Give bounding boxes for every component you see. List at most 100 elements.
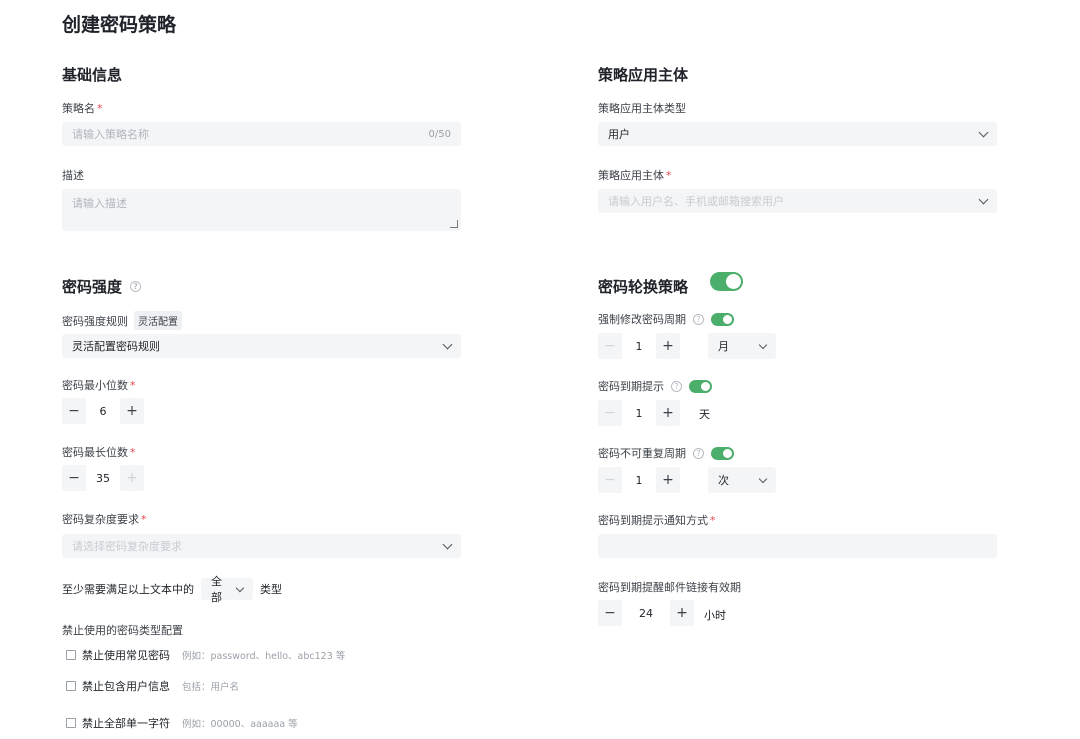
subject-type-select[interactable]: 用户 bbox=[598, 122, 997, 146]
strength-rule-label: 密码强度规则 灵活配置 bbox=[62, 311, 182, 330]
strength-rule-value: 灵活配置密码规则 bbox=[72, 340, 160, 353]
required-mark: * bbox=[97, 102, 103, 115]
password-strength-header: 密码强度 ? bbox=[62, 276, 142, 297]
required-mark: * bbox=[666, 169, 672, 182]
help-icon[interactable]: ? bbox=[130, 281, 142, 292]
resize-grip-icon[interactable] bbox=[450, 220, 458, 228]
force-change-label: 强制修改密码周期 bbox=[598, 313, 686, 326]
subject-placeholder: 请输入用户名、手机或邮箱搜索用户 bbox=[608, 195, 784, 208]
strength-rule-label-text: 密码强度规则 bbox=[62, 314, 128, 328]
help-icon[interactable]: ? bbox=[693, 313, 704, 325]
plus-button[interactable]: + bbox=[670, 600, 694, 626]
policy-name-label-text: 策略名 bbox=[62, 102, 95, 115]
expire-notice-toggle[interactable] bbox=[689, 379, 712, 393]
plus-button[interactable]: + bbox=[656, 333, 680, 359]
policy-name-placeholder: 请输入策略名称 bbox=[72, 128, 149, 141]
basic-info-title: 基础信息 bbox=[62, 66, 123, 84]
chevron-down-icon bbox=[978, 194, 989, 205]
max-length-stepper[interactable]: − 35 + bbox=[62, 465, 144, 491]
atleast-row: 至少需要满足以上文本中的 全部 类型 bbox=[62, 575, 282, 604]
link-validity-unit: 小时 bbox=[704, 609, 726, 622]
plus-button[interactable]: + bbox=[120, 398, 144, 424]
no-repeat-unit-select[interactable]: 次 bbox=[708, 467, 776, 493]
force-change-row: 强制修改密码周期 ? bbox=[598, 311, 734, 327]
checkbox[interactable] bbox=[66, 718, 76, 728]
chevron-down-icon bbox=[758, 474, 768, 483]
force-change-value[interactable]: 1 bbox=[622, 340, 656, 353]
required-mark: * bbox=[141, 513, 147, 526]
forbid-item-label[interactable]: 禁止全部单一字符 bbox=[82, 715, 170, 731]
subject-title: 策略应用主体 bbox=[598, 66, 689, 84]
help-icon[interactable]: ? bbox=[693, 447, 704, 459]
chevron-down-icon bbox=[442, 339, 453, 350]
no-repeat-stepper[interactable]: − 1 + bbox=[598, 467, 680, 493]
chevron-down-icon bbox=[442, 539, 453, 550]
checkbox[interactable] bbox=[66, 650, 76, 660]
checkbox[interactable] bbox=[66, 681, 76, 691]
minus-button[interactable]: − bbox=[62, 465, 86, 491]
chevron-down-icon bbox=[758, 340, 768, 349]
complexity-label: 密码复杂度要求 * bbox=[62, 511, 147, 527]
minus-button[interactable]: − bbox=[598, 400, 622, 426]
expire-notice-stepper[interactable]: − 1 + bbox=[598, 400, 680, 426]
forbid-item-label[interactable]: 禁止包含用户信息 bbox=[82, 678, 170, 694]
force-change-unit-select[interactable]: 月 bbox=[708, 333, 776, 359]
forbid-item-hint: 例如：password、hello、abc123 等 bbox=[182, 651, 346, 662]
required-mark: * bbox=[130, 379, 136, 392]
force-change-stepper[interactable]: − 1 + bbox=[598, 333, 680, 359]
policy-name-counter: 0/50 bbox=[428, 128, 451, 140]
rotation-title: 密码轮换策略 bbox=[598, 278, 689, 296]
notify-method-select[interactable] bbox=[598, 534, 997, 558]
atleast-value: 全部 bbox=[211, 575, 222, 604]
policy-name-input[interactable]: 请输入策略名称 0/50 bbox=[62, 122, 461, 146]
strength-rule-select[interactable]: 灵活配置密码规则 bbox=[62, 334, 461, 358]
plus-button[interactable]: + bbox=[656, 467, 680, 493]
page-title: 创建密码策略 bbox=[62, 14, 177, 36]
expire-notice-value[interactable]: 1 bbox=[622, 407, 656, 420]
minus-button[interactable]: − bbox=[598, 600, 622, 626]
complexity-label-text: 密码复杂度要求 bbox=[62, 513, 139, 526]
forbid-item-label[interactable]: 禁止使用常见密码 bbox=[82, 647, 170, 663]
subject-type-label: 策略应用主体类型 bbox=[598, 102, 686, 115]
link-validity-label: 密码到期提醒邮件链接有效期 bbox=[598, 581, 741, 594]
no-repeat-toggle[interactable] bbox=[711, 446, 734, 460]
toggle-knob bbox=[723, 448, 732, 458]
subject-search-select[interactable]: 请输入用户名、手机或邮箱搜索用户 bbox=[598, 189, 997, 213]
complexity-placeholder: 请选择密码复杂度要求 bbox=[72, 540, 182, 553]
plus-button[interactable]: + bbox=[656, 400, 680, 426]
rotation-toggle[interactable] bbox=[710, 272, 743, 291]
toggle-knob bbox=[726, 274, 741, 289]
description-textarea[interactable]: 请输入描述 bbox=[62, 189, 461, 231]
min-length-stepper[interactable]: − 6 + bbox=[62, 398, 144, 424]
min-length-value[interactable]: 6 bbox=[86, 405, 120, 418]
description-label: 描述 bbox=[62, 169, 84, 182]
expire-notice-row: 密码到期提示 ? bbox=[598, 378, 712, 394]
plus-button[interactable]: + bbox=[120, 465, 144, 491]
atleast-select[interactable]: 全部 bbox=[201, 575, 253, 604]
force-change-toggle[interactable] bbox=[711, 312, 734, 326]
atleast-suffix: 类型 bbox=[260, 583, 282, 596]
minus-button[interactable]: − bbox=[598, 467, 622, 493]
no-repeat-value[interactable]: 1 bbox=[622, 474, 656, 487]
expire-notice-unit: 天 bbox=[699, 408, 710, 421]
no-repeat-row: 密码不可重复周期 ? bbox=[598, 445, 734, 461]
link-validity-value[interactable]: 24 bbox=[622, 607, 670, 620]
minus-button[interactable]: − bbox=[598, 333, 622, 359]
max-length-value[interactable]: 35 bbox=[86, 472, 120, 485]
subject-label: 策略应用主体 * bbox=[598, 167, 672, 183]
max-length-label-text: 密码最长位数 bbox=[62, 446, 128, 459]
link-validity-stepper[interactable]: − 24 + bbox=[598, 600, 694, 626]
policy-name-label: 策略名 * bbox=[62, 100, 103, 116]
force-change-unit: 月 bbox=[718, 340, 729, 353]
chevron-down-icon bbox=[236, 583, 245, 592]
forbid-item[interactable]: 禁止全部单一字符 例如：00000、aaaaaa 等 bbox=[66, 715, 298, 731]
complexity-select[interactable]: 请选择密码复杂度要求 bbox=[62, 534, 461, 558]
forbid-item[interactable]: 禁止包含用户信息 包括：用户名 bbox=[66, 678, 239, 694]
help-icon[interactable]: ? bbox=[671, 380, 682, 392]
forbid-item-hint: 例如：00000、aaaaaa 等 bbox=[182, 719, 298, 730]
minus-button[interactable]: − bbox=[62, 398, 86, 424]
atleast-prefix: 至少需要满足以上文本中的 bbox=[62, 583, 194, 596]
flexible-config-tag: 灵活配置 bbox=[134, 311, 182, 330]
forbid-item[interactable]: 禁止使用常见密码 例如：password、hello、abc123 等 bbox=[66, 647, 345, 663]
toggle-knob bbox=[723, 314, 732, 324]
